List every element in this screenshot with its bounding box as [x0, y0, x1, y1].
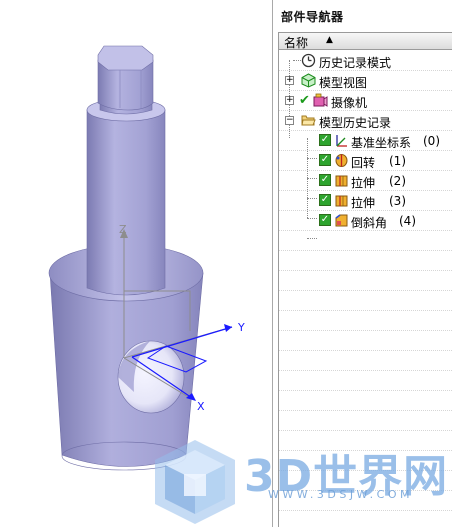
model-view-icon	[301, 73, 316, 88]
empty-row	[279, 371, 452, 391]
main-shaft	[86, 109, 166, 296]
tree-item-chamfer[interactable]: ✓ 倒斜角 (4)	[279, 211, 452, 231]
feature-index: (3)	[389, 194, 406, 208]
empty-row	[279, 291, 452, 311]
collapse-toggle[interactable]: −	[285, 116, 294, 125]
watermark: 3D世界网 WWW.3DSJW.COM	[150, 438, 452, 527]
expand-toggle[interactable]: +	[285, 96, 294, 105]
empty-row	[279, 231, 452, 251]
watermark-url: WWW.3DSJW.COM	[268, 488, 413, 501]
feature-index: (0)	[423, 134, 440, 148]
tree-item-label: 回转	[351, 156, 376, 170]
axis-label-z: Z	[119, 223, 127, 236]
chamfer-icon	[335, 214, 348, 227]
tree-item-revolve[interactable]: ✓ 回转 (1)	[279, 151, 452, 171]
feature-checkbox[interactable]: ✓	[319, 174, 331, 186]
axis-label-x: X	[197, 400, 205, 413]
top-boss-face	[97, 45, 154, 71]
tree-item-label: 摄像机	[331, 96, 368, 110]
empty-row	[279, 271, 452, 291]
feature-index: (2)	[389, 174, 406, 188]
watermark-cube-logo	[155, 440, 235, 524]
tree-item-label: 模型历史记录	[319, 116, 392, 130]
feature-checkbox[interactable]: ✓	[319, 134, 331, 146]
y-axis-arrow-icon	[224, 324, 232, 332]
tree-item-cameras[interactable]: + ✔ 摄像机	[279, 91, 452, 111]
empty-row	[279, 351, 452, 371]
expand-toggle[interactable]: +	[285, 76, 294, 85]
tree-item-label: 拉伸	[351, 196, 376, 210]
tree-item-model-history[interactable]: − 模型历史记录	[279, 111, 452, 131]
tree-item-extrude-3[interactable]: ✓ 拉伸 (3)	[279, 191, 452, 211]
axis-label-y: Y	[237, 321, 245, 334]
tree-item-history-mode[interactable]: 历史记录模式	[279, 51, 452, 71]
tree-item-datum-csys[interactable]: ✓ 基准坐标系 (0)	[279, 131, 452, 151]
tree-item-label: 基准坐标系	[351, 136, 412, 150]
tree-item-extrude-2[interactable]: ✓ 拉伸 (2)	[279, 171, 452, 191]
datum-csys-icon	[336, 135, 347, 147]
tree-item-label: 模型视图	[319, 76, 368, 90]
feature-checkbox[interactable]: ✓	[319, 154, 331, 166]
check-mark-icon: ✔	[299, 93, 310, 108]
empty-row	[279, 411, 452, 431]
feature-index: (1)	[389, 154, 406, 168]
column-header-name[interactable]: 名称 ▲	[279, 33, 452, 50]
tree-item-label: 倒斜角	[351, 216, 388, 230]
empty-row	[279, 331, 452, 351]
navigator-title: 部件导航器	[281, 10, 344, 24]
folder-open-icon	[301, 115, 316, 126]
tree-item-model-views[interactable]: + 模型视图	[279, 71, 452, 91]
extrude-icon	[335, 195, 348, 207]
empty-row	[279, 311, 452, 331]
empty-row	[279, 251, 452, 271]
revolve-icon	[335, 154, 348, 167]
column-header-label: 名称	[284, 36, 309, 50]
empty-row	[279, 391, 452, 411]
clock-icon	[301, 53, 316, 68]
tree-item-label: 历史记录模式	[319, 56, 392, 70]
feature-checkbox[interactable]: ✓	[319, 214, 331, 226]
extrude-icon	[335, 175, 348, 187]
sort-ascending-icon: ▲	[326, 35, 333, 45]
camera-icon	[313, 93, 328, 107]
feature-checkbox[interactable]: ✓	[319, 194, 331, 206]
tree-item-label: 拉伸	[351, 176, 376, 190]
feature-index: (4)	[399, 214, 416, 228]
